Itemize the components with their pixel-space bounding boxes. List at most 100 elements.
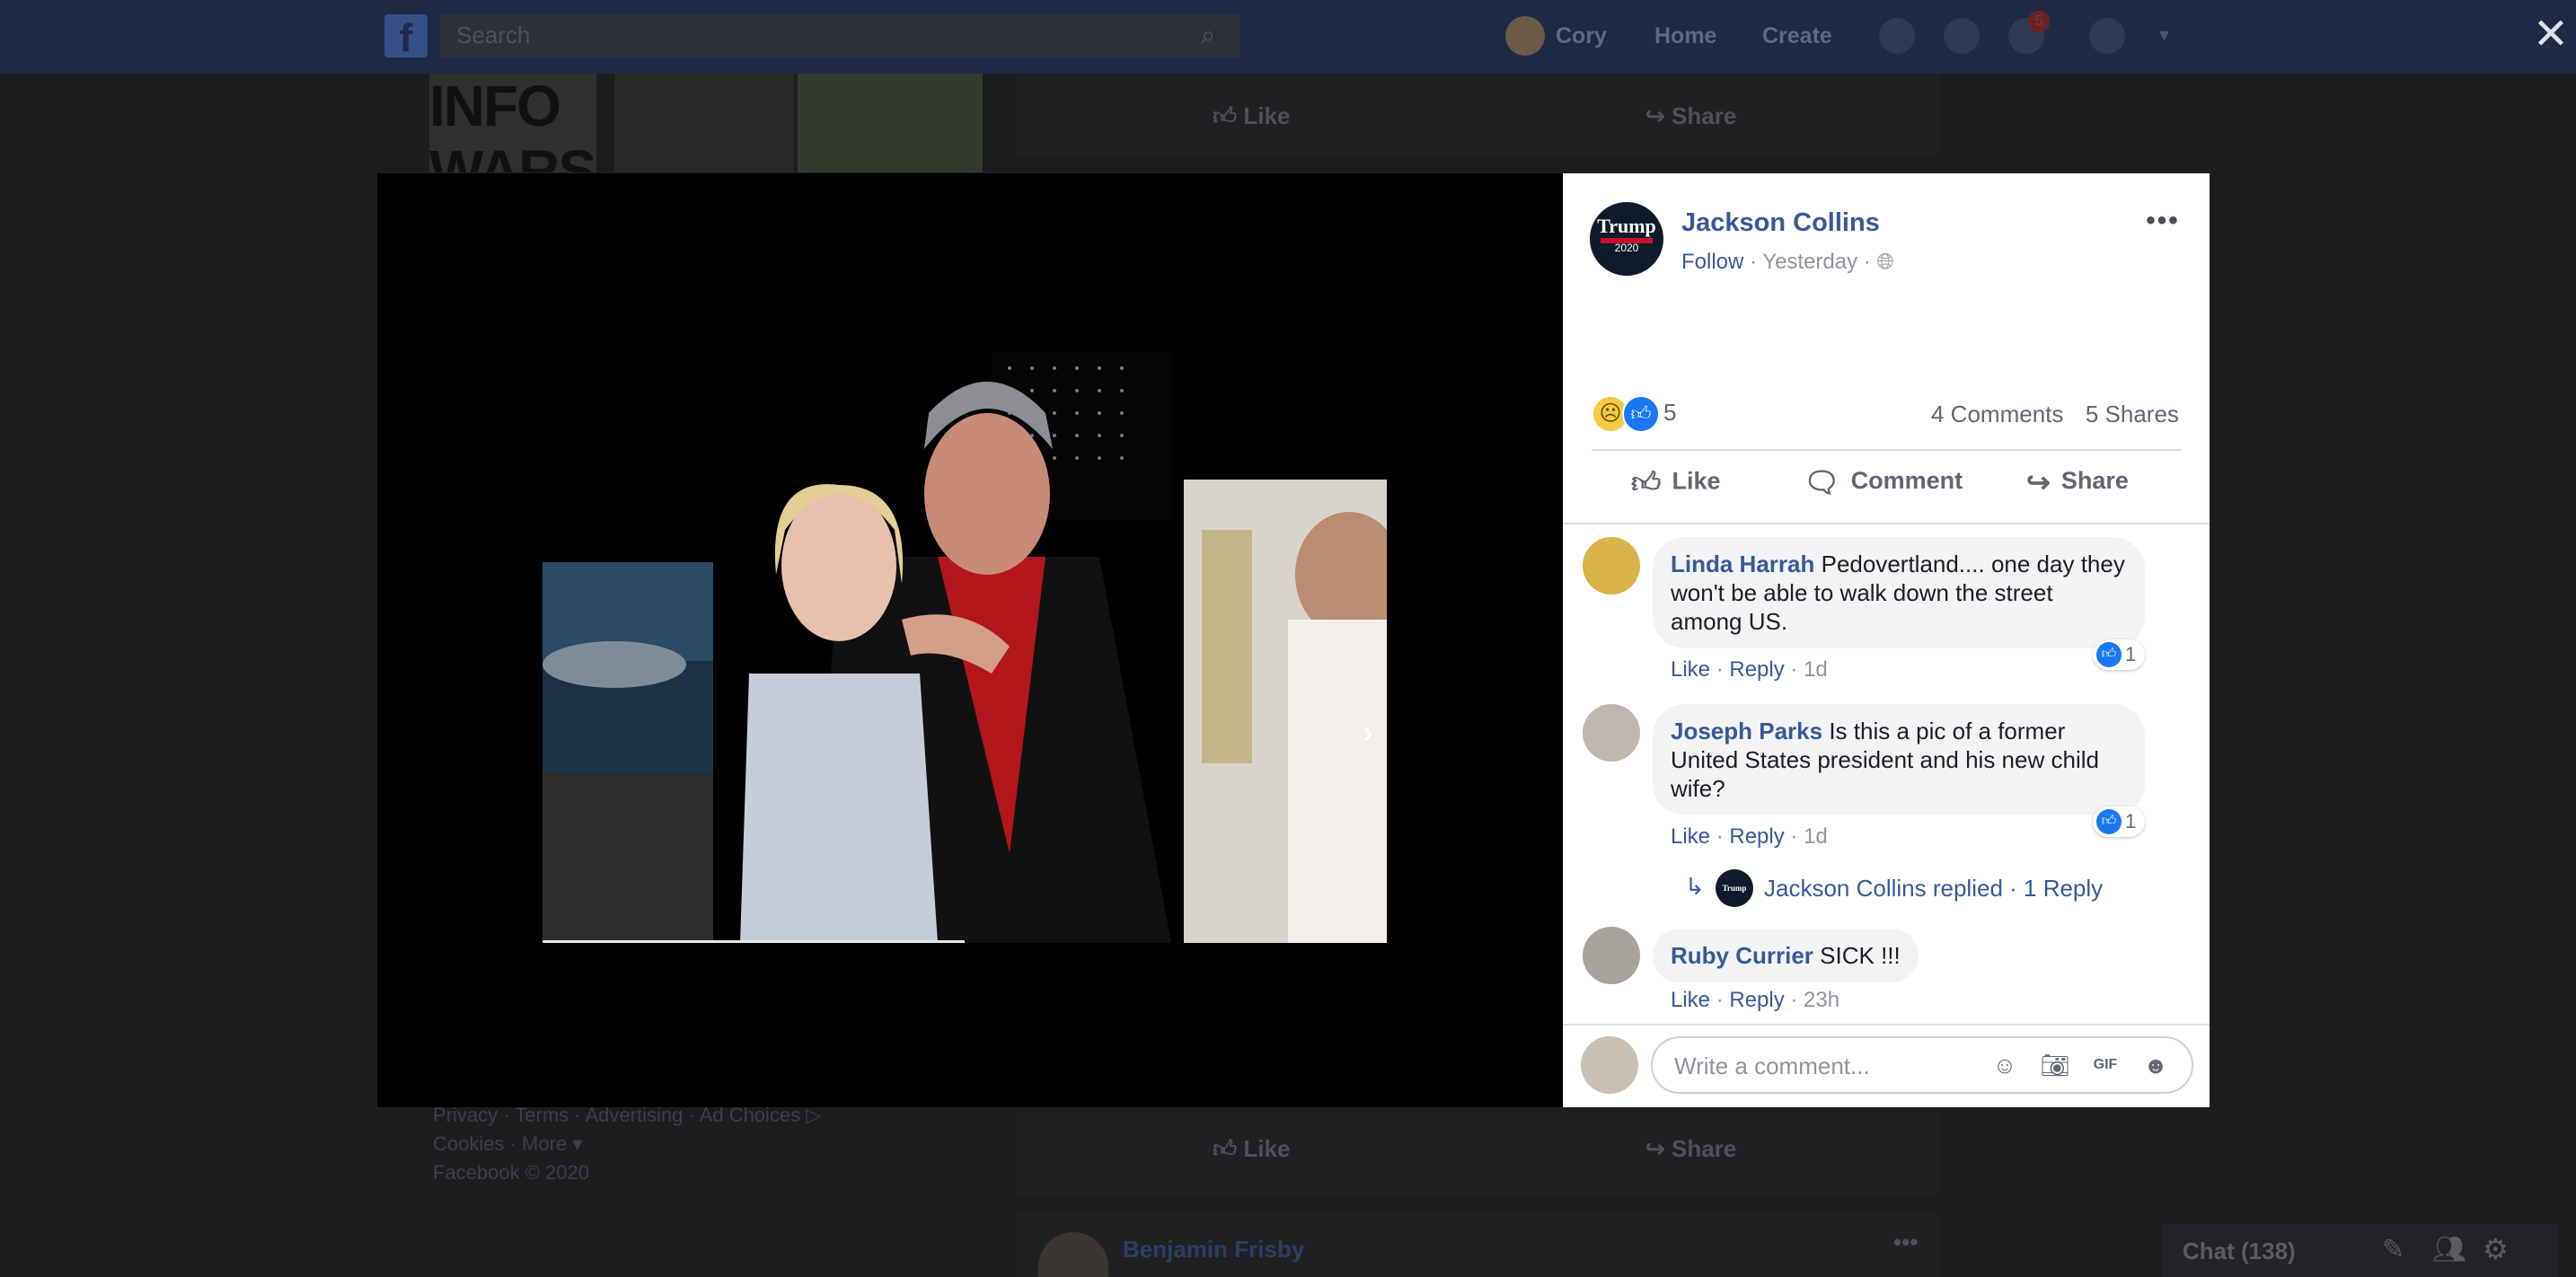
comment-actions: Like · Reply · 1d (1671, 657, 1828, 682)
like-button[interactable]: 👍︎ Like (1631, 465, 1720, 510)
account-menu-chevron-icon[interactable]: ▾ (2159, 23, 2169, 47)
comment-reply-link[interactable]: Reply (1729, 657, 1784, 682)
comments-count[interactable]: 4 Comments (1931, 401, 2063, 427)
thumbs-up-icon: 👍︎ (1631, 466, 1662, 498)
commenter-name[interactable]: Linda Harrah (1671, 550, 1814, 577)
comment-reply-link[interactable]: Reply (1729, 824, 1784, 849)
search-icon[interactable]: ⌕ (1177, 14, 1239, 57)
background-like-button[interactable]: 👍︎ Like (1213, 1135, 1290, 1163)
comment-bubble: Joseph Parks Is this a pic of a former U… (1653, 704, 2145, 815)
collage-photo-image (543, 350, 1387, 943)
camera-icon[interactable]: 📷︎ (2039, 1049, 2071, 1081)
feed-post-actions (1015, 1114, 1940, 1194)
reply-thread-icon: ↳ (1685, 873, 1705, 900)
avatar-logo-text: Trump (1597, 215, 1656, 237)
comment-like-count[interactable]: 👍︎ 1 (2093, 639, 2145, 670)
comment-button[interactable]: 🗨︎ Comment (1804, 465, 1963, 510)
commenter-avatar[interactable] (1583, 537, 1640, 594)
comment-time[interactable]: 23h (1804, 988, 1839, 1012)
comment-icon: 🗨︎ (1804, 466, 1840, 498)
background-share-button[interactable]: ↪ Share (1645, 1135, 1736, 1163)
view-replies-link[interactable]: Jackson Collins replied · 1 Reply (1764, 875, 2103, 903)
messenger-icon[interactable] (1944, 18, 1980, 54)
comment-like-number: 1 (2125, 810, 2137, 832)
comment-bubble: Ruby Currier SICK !!! (1653, 929, 1919, 982)
share-button[interactable]: ↪ Share (2026, 465, 2129, 510)
background-share-button[interactable]: ↪ Share (1645, 102, 1736, 130)
feed-post-author[interactable]: Benjamin Frisby (1123, 1236, 1304, 1264)
group-chat-icon[interactable]: 👥︎ (2432, 1234, 2466, 1265)
more-options-icon[interactable]: ••• (2143, 203, 2183, 239)
divider (1592, 449, 2181, 451)
like-reaction-icon[interactable]: 👍︎ (1622, 395, 1660, 433)
comment-text: SICK !!! (1820, 942, 1901, 969)
comment-actions: Like · Reply · 1d (1671, 824, 1828, 849)
commenter-avatar[interactable] (1583, 927, 1640, 984)
comment-like-number: 1 (2125, 643, 2137, 665)
separator: · (1750, 250, 1763, 274)
separator: · (1863, 250, 1877, 274)
search-bar[interactable] (440, 14, 1239, 57)
post-meta: Follow · Yesterday · 🌐︎ (1681, 250, 1894, 275)
create-link[interactable]: Create (1762, 23, 1832, 49)
comment-like-link[interactable]: Like (1671, 824, 1710, 849)
like-label: Like (1672, 467, 1721, 495)
infowars-thumbnail[interactable]: INFO WARS (429, 74, 596, 172)
commenter-avatar[interactable] (1583, 704, 1640, 762)
author-avatar[interactable]: Trump 2020 (1590, 202, 1663, 276)
profile-avatar[interactable] (1505, 16, 1545, 56)
share-icon: ↪ (2026, 466, 2051, 498)
facebook-logo-icon[interactable]: f (384, 14, 428, 60)
post-photo[interactable] (543, 350, 1387, 943)
comment-input[interactable] (1672, 1049, 1972, 1083)
avatar-logo-year: 2020 (1614, 242, 1639, 254)
profile-link[interactable]: Cory (1556, 23, 1607, 49)
reply-thread-text: Jackson Collins replied (1764, 875, 2003, 902)
share-label: Share (2060, 467, 2129, 495)
notification-badge: 5 (2028, 11, 2050, 32)
footer-links: Privacy · Terms · Advertising · Ad Choic… (433, 1101, 900, 1187)
emoji-icon[interactable]: ☺ (1989, 1049, 2021, 1081)
photo-thumbnail[interactable] (798, 74, 983, 172)
divider (1563, 523, 2210, 524)
comment-like-count[interactable]: 👍︎ 1 (2093, 806, 2145, 837)
reply-count: 1 Reply (2024, 875, 2104, 902)
like-icon: 👍︎ (2096, 809, 2122, 834)
commenter-name[interactable]: Ruby Currier (1671, 942, 1813, 969)
home-link[interactable]: Home (1654, 23, 1716, 49)
comment-like-link[interactable]: Like (1671, 988, 1710, 1012)
post-author-name[interactable]: Jackson Collins (1681, 208, 1880, 238)
divider (1563, 1024, 2210, 1026)
chat-label[interactable]: Chat (138) (2183, 1237, 2296, 1265)
current-user-avatar (1581, 1036, 1638, 1094)
comment-bubble: Linda Harrah Pedovertland.... one day th… (1653, 537, 2145, 648)
comment-time[interactable]: 1d (1804, 824, 1828, 849)
sticker-icon[interactable]: ☻ (2139, 1049, 2172, 1081)
globe-icon[interactable]: 🌐︎ (1876, 250, 1893, 274)
background-like-button[interactable]: 👍︎ Like (1213, 102, 1290, 130)
friend-requests-icon[interactable] (1879, 18, 1915, 54)
post-timestamp[interactable]: Yesterday (1762, 250, 1857, 274)
gif-icon[interactable]: GIF (2089, 1049, 2122, 1081)
reaction-count[interactable]: 5 (1663, 399, 1676, 427)
commenter-name[interactable]: Joseph Parks (1671, 718, 1822, 744)
comment-time[interactable]: 1d (1804, 657, 1828, 682)
comment-label: Comment (1850, 467, 1963, 495)
comment-reply-link[interactable]: Reply (1729, 988, 1784, 1012)
close-icon[interactable]: ✕ (2531, 13, 2571, 57)
help-icon[interactable] (2089, 18, 2125, 54)
footer-copyright: Facebook © 2020 (433, 1161, 589, 1184)
feed-post-actions (1015, 74, 1940, 154)
follow-link[interactable]: Follow (1681, 250, 1743, 274)
reply-author-avatar[interactable]: Trump (1716, 869, 1753, 907)
like-icon: 👍︎ (2096, 642, 2122, 667)
comment-like-link[interactable]: Like (1671, 657, 1710, 682)
more-options-icon[interactable]: ••• (1893, 1229, 1918, 1256)
chat-settings-gear-icon[interactable]: ⚙ (2483, 1232, 2509, 1266)
shares-count[interactable]: 5 Shares (2086, 401, 2179, 427)
chevron-right-icon[interactable]: › (1354, 715, 1381, 751)
footer-line[interactable]: Cookies · More ▾ (433, 1130, 900, 1158)
compose-icon[interactable]: ✎ (2382, 1234, 2404, 1265)
photo-thumbnail[interactable] (614, 74, 794, 172)
post-counts: 4 Comments 5 Shares (1931, 401, 2179, 428)
